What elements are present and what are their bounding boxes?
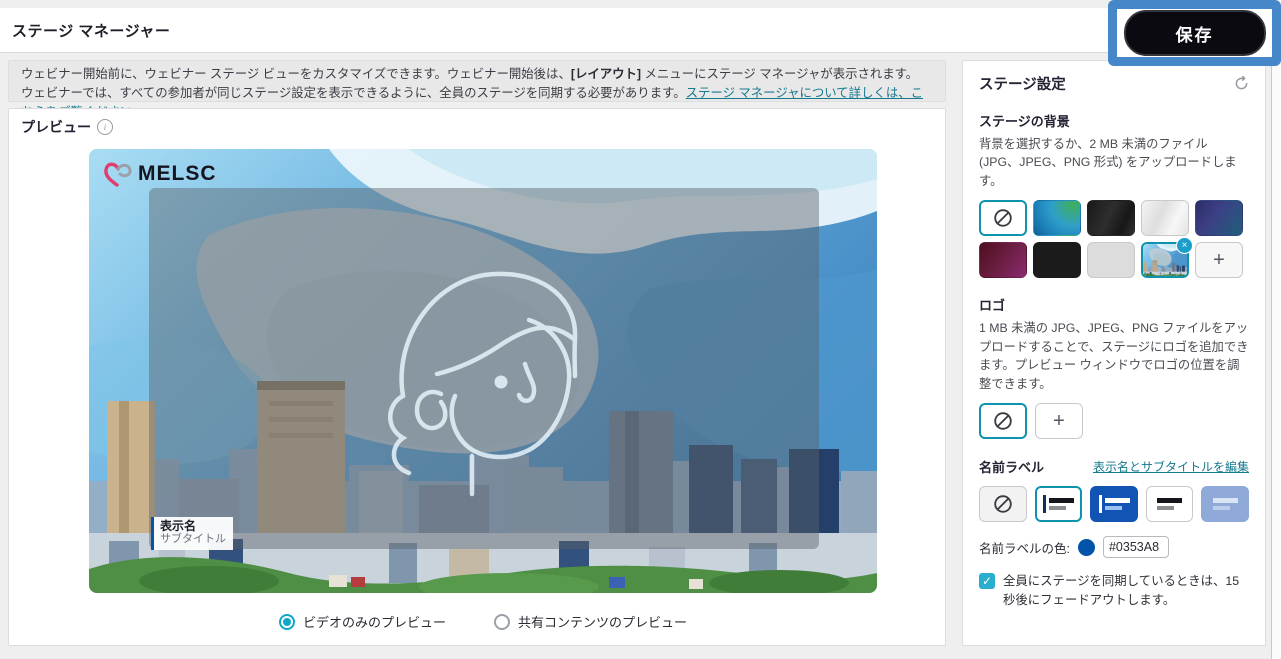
bg-thumb-gradient-blue-green[interactable] (1033, 200, 1081, 236)
bg-thumb-light-gray[interactable] (1087, 242, 1135, 278)
label-style-lines-dark[interactable] (1146, 486, 1194, 522)
refresh-icon[interactable] (1234, 76, 1249, 91)
radio-off-icon (494, 614, 510, 630)
none-icon (992, 410, 1014, 432)
banner-line1-post: メニューにステージ マネージャが表示されます。 (641, 67, 918, 81)
banner-line1-bold: [レイアウト] (571, 67, 641, 81)
scrollbar[interactable] (1271, 0, 1281, 659)
settings-title: ステージ設定 (979, 73, 1066, 94)
save-button[interactable]: 保存 (1124, 10, 1266, 56)
sync-fadeout-checkbox[interactable]: ✓ (979, 573, 995, 589)
preview-heading-text: プレビュー (21, 117, 91, 137)
stage-preview[interactable]: 表示名 サブタイトル MELSC (89, 149, 877, 593)
name-label-heading: 名前ラベル (979, 457, 1044, 476)
color-label: 名前ラベルの色: (979, 538, 1070, 557)
name-label-color-row: 名前ラベルの色: (979, 536, 1249, 558)
save-button-highlight: 保存 (1108, 0, 1281, 66)
remove-background-icon[interactable]: × (1176, 237, 1193, 254)
banner-line2: ウェビナーでは、すべての参加者が同じステージ設定を表示できるように、全員のステー… (21, 86, 686, 100)
background-thumbnails: × + (979, 200, 1249, 278)
subtitle-text: サブタイトル (160, 533, 226, 546)
bg-upload-button[interactable]: + (1195, 242, 1243, 278)
radio-on-icon (279, 614, 295, 630)
sync-fadeout-row: ✓ 全員にステージを同期しているときは、15 秒後にフェードアウトします。 (979, 572, 1249, 609)
banner-line1-pre: ウェビナー開始前に、ウェビナー ステージ ビューをカスタマイズできます。ウェビナ… (21, 67, 571, 81)
color-swatch[interactable] (1078, 539, 1095, 556)
bg-thumb-light-wave[interactable] (1141, 200, 1189, 236)
preview-heading: プレビュー i (21, 117, 113, 137)
stage-manager-page: ステージ マネージャー 保存 ウェビナー開始前に、ウェビナー ステージ ビューを… (0, 0, 1281, 659)
info-icon[interactable]: i (97, 119, 113, 135)
background-description: 背景を選択するか、2 MB 未満のファイル (JPG、JPEG、PNG 形式) … (979, 135, 1249, 190)
radio-video-only[interactable]: ビデオのみのプレビュー (279, 612, 446, 631)
info-banner: ウェビナー開始前に、ウェビナー ステージ ビューをカスタマイズできます。ウェビナ… (8, 60, 946, 102)
avatar-placeholder-icon (379, 248, 594, 498)
stage-settings-panel: ステージ設定 ステージの背景 背景を選択するか、2 MB 未満のファイル (JP… (962, 60, 1266, 646)
preview-mode-radios: ビデオのみのプレビュー 共有コンテンツのプレビュー (89, 612, 877, 631)
page-title: ステージ マネージャー (12, 20, 170, 41)
label-style-bar-dark-selected[interactable] (1035, 486, 1083, 522)
preview-card: プレビュー i (8, 108, 946, 646)
radio-shared-content[interactable]: 共有コンテンツのプレビュー (494, 612, 687, 631)
radio-video-only-label: ビデオのみのプレビュー (303, 612, 446, 631)
stage-logo: MELSC (103, 161, 217, 187)
name-label-preview[interactable]: 表示名 サブタイトル (151, 517, 233, 550)
logo-upload-button[interactable]: + (1035, 403, 1083, 439)
video-area-overlay[interactable]: 表示名 サブタイトル (149, 188, 819, 549)
label-style-bar-blue[interactable] (1090, 486, 1138, 522)
background-heading: ステージの背景 (979, 111, 1249, 130)
logo-buttons: + (979, 403, 1249, 439)
melsc-heart-icon (103, 161, 133, 187)
header-bar: ステージ マネージャー (0, 8, 1281, 53)
bg-thumb-cityscape-selected[interactable]: × (1141, 242, 1189, 278)
label-style-none[interactable] (979, 486, 1027, 522)
radio-shared-content-label: 共有コンテンツのプレビュー (518, 612, 687, 631)
logo-none-button[interactable] (979, 403, 1027, 439)
none-icon (992, 207, 1014, 229)
name-label-styles (979, 486, 1249, 522)
label-style-light-blue[interactable] (1201, 486, 1249, 522)
display-name-text: 表示名 (160, 519, 226, 533)
none-icon (992, 493, 1014, 515)
bg-thumb-gradient-navy-purple[interactable] (1195, 200, 1243, 236)
sync-fadeout-label: 全員にステージを同期しているときは、15 秒後にフェードアウトします。 (1003, 572, 1243, 609)
logo-heading: ロゴ (979, 295, 1249, 314)
stage-logo-text: MELSC (138, 162, 217, 186)
bg-thumb-dark-wave[interactable] (1087, 200, 1135, 236)
edit-display-name-link[interactable]: 表示名とサブタイトルを編集 (1093, 458, 1249, 475)
logo-description: 1 MB 未満の JPG、JPEG、PNG ファイルをアップロードすることで、ス… (979, 319, 1249, 393)
bg-thumb-gradient-red-magenta[interactable] (979, 242, 1027, 278)
bg-thumb-none[interactable] (979, 200, 1027, 236)
bg-thumb-black[interactable] (1033, 242, 1081, 278)
color-hex-input[interactable] (1103, 536, 1169, 558)
